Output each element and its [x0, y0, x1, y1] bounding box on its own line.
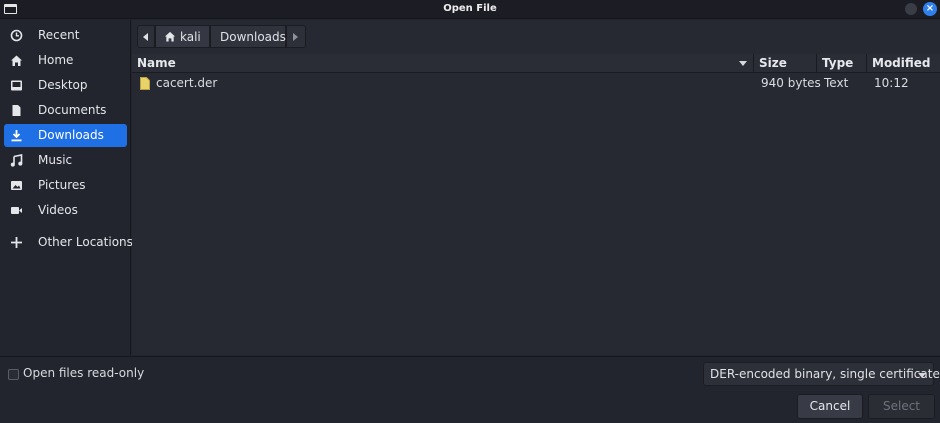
clock-icon — [10, 29, 23, 42]
path-scroll-left-button[interactable] — [137, 25, 155, 48]
file-size: 940 bytes — [761, 76, 821, 90]
home-icon — [11, 55, 22, 66]
cancel-button[interactable]: Cancel — [797, 394, 863, 419]
sidebar-item-label: Recent — [38, 28, 80, 42]
sidebar-item-label: Documents — [38, 103, 107, 117]
window-title: Open File — [443, 3, 497, 14]
close-button[interactable]: × — [923, 2, 937, 16]
chevron-down-icon — [918, 373, 926, 378]
download-icon — [11, 130, 22, 142]
column-divider[interactable] — [753, 54, 754, 73]
sidebar-item-videos[interactable]: Videos — [4, 199, 127, 222]
chevron-right-icon — [293, 32, 298, 41]
plus-icon — [11, 237, 22, 248]
column-header: Name Size Type Modified — [132, 54, 940, 73]
title-bar: Open File × — [0, 0, 940, 19]
column-divider[interactable] — [866, 54, 867, 73]
picture-icon — [11, 181, 22, 190]
file-modified: 10:12 — [874, 76, 909, 90]
sidebar-item-other-locations[interactable]: Other Locations — [4, 231, 133, 254]
path-button-downloads[interactable]: Downloads — [210, 25, 286, 48]
sidebar-item-label: Other Locations — [38, 235, 133, 249]
column-modified[interactable]: Modified — [872, 56, 931, 70]
column-size[interactable]: Size — [759, 56, 787, 70]
sidebar-item-music[interactable]: Music — [4, 149, 127, 172]
sidebar-item-label: Desktop — [38, 78, 88, 92]
readonly-checkbox[interactable] — [8, 369, 19, 380]
readonly-label[interactable]: Open files read-only — [23, 366, 144, 380]
sidebar-item-recent[interactable]: Recent — [4, 24, 127, 47]
file-icon — [140, 77, 150, 90]
select-button[interactable]: Select — [868, 394, 935, 419]
desktop-icon — [11, 80, 22, 91]
path-scroll-right-button[interactable] — [286, 25, 306, 48]
column-type[interactable]: Type — [822, 56, 853, 70]
sidebar-item-label: Music — [38, 153, 73, 167]
chevron-left-icon — [143, 32, 148, 41]
sidebar-item-label: Downloads — [38, 128, 104, 142]
file-browser: kali Downloads Name Size Type Modified c… — [132, 20, 940, 355]
file-row[interactable]: cacert.der 940 bytes Text 10:12 — [132, 74, 940, 94]
sidebar-item-home[interactable]: Home — [4, 49, 127, 72]
sidebar-item-desktop[interactable]: Desktop — [4, 74, 127, 97]
sidebar-item-downloads[interactable]: Downloads — [4, 124, 127, 147]
sidebar-item-label: Home — [38, 53, 74, 67]
path-home-label: kali — [180, 29, 201, 44]
minimize-button[interactable] — [905, 3, 917, 15]
path-current-label: Downloads — [220, 29, 286, 44]
sidebar-item-documents[interactable]: Documents — [4, 99, 127, 122]
file-name: cacert.der — [156, 76, 218, 90]
sort-descending-icon[interactable] — [739, 61, 747, 66]
dialog-footer: Open files read-only DER-encoded binary,… — [0, 356, 940, 423]
sidebar-item-label: Pictures — [38, 178, 86, 192]
sidebar-item-label: Videos — [38, 203, 78, 217]
music-icon — [10, 154, 23, 167]
path-button-home[interactable]: kali — [155, 25, 210, 48]
column-name[interactable]: Name — [137, 56, 176, 70]
file-type-filter-dropdown[interactable]: DER-encoded binary, single certificate — [703, 362, 940, 386]
path-bar: kali Downloads — [137, 25, 306, 48]
home-icon — [164, 31, 176, 42]
filter-value: DER-encoded binary, single certificate — [710, 367, 940, 381]
column-divider[interactable] — [816, 54, 817, 73]
video-icon — [11, 207, 22, 214]
sidebar-item-pictures[interactable]: Pictures — [4, 174, 127, 197]
document-icon — [12, 105, 21, 116]
file-type: Text — [824, 76, 849, 90]
places-sidebar: Recent Home Desktop Documents Downloads … — [0, 20, 133, 355]
